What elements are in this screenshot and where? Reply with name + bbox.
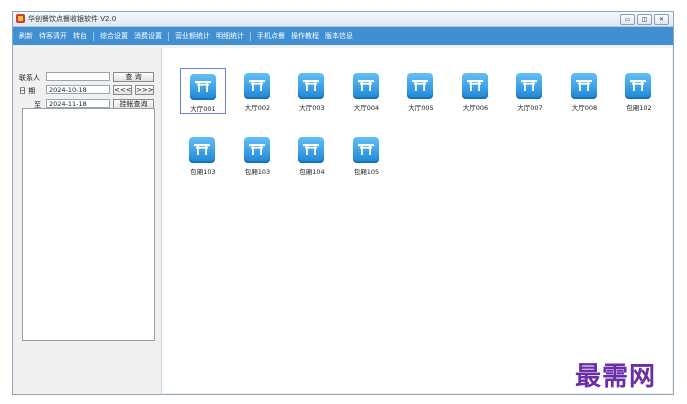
- table-tile[interactable]: 大厅001: [180, 68, 226, 114]
- dining-table-icon: [625, 73, 651, 99]
- menu-item[interactable]: 手机点餐: [257, 31, 285, 41]
- table-name: 大厅007: [517, 104, 543, 112]
- table-tile[interactable]: 包厢102: [616, 68, 662, 114]
- table-name: 大厅005: [408, 104, 434, 112]
- title-bar: 华创餐饮点餐收银软件 V2.0 ▭ ◫ ✕: [13, 12, 673, 27]
- menu-item[interactable]: 版本信息: [325, 31, 353, 41]
- menu-item[interactable]: 营业额统计: [175, 31, 210, 41]
- table-tile[interactable]: 大厅004: [344, 68, 390, 114]
- table-name: 包厢102: [626, 104, 652, 112]
- menu-item[interactable]: 待客清开: [39, 31, 67, 41]
- dining-table-icon: [570, 73, 597, 99]
- table-name: 包厢104: [299, 168, 325, 176]
- table-tile[interactable]: 大厅002: [235, 68, 281, 114]
- dining-table-icon: [516, 73, 542, 99]
- menu-item[interactable]: 刷新: [19, 31, 33, 41]
- dining-table-icon: [298, 137, 324, 163]
- prev-button[interactable]: <<<: [113, 85, 132, 95]
- maximize-button[interactable]: ◫: [637, 14, 652, 25]
- dining-table-icon: [190, 74, 216, 100]
- dining-table-icon: [298, 73, 324, 99]
- table-tile[interactable]: 包厢103: [235, 132, 281, 178]
- table-name: 大厅006: [462, 104, 489, 112]
- menu-item[interactable]: 转台: [73, 31, 87, 41]
- dining-table-icon: [461, 73, 488, 99]
- table-name: 包厢105: [353, 168, 380, 176]
- dining-table-icon: [243, 137, 270, 163]
- menu-item[interactable]: 操作教程: [291, 31, 319, 41]
- main-window: 华创餐饮点餐收银软件 V2.0 ▭ ◫ ✕ 刷新 待客清开 转台 综合设置 消费设置 营业…: [12, 11, 674, 395]
- dining-table-icon: [352, 73, 379, 99]
- query-button[interactable]: 查 询: [113, 72, 154, 82]
- dining-table-icon: [352, 137, 379, 163]
- dining-table-icon: [189, 137, 215, 163]
- table-tile[interactable]: 包厢103: [180, 132, 226, 178]
- query-panel: 联系人 查 询 日 期 2024-10-18 <<< >>> 至 2024-11…: [16, 48, 158, 392]
- table-tile[interactable]: 大厅006: [453, 68, 499, 114]
- minimize-button[interactable]: ▭: [620, 14, 635, 25]
- contact-label: 联系人: [19, 74, 40, 82]
- menu-item[interactable]: 明细统计: [216, 31, 244, 41]
- date-label: 日 期: [19, 87, 36, 95]
- table-name: 大厅008: [571, 104, 598, 112]
- menu-separator: [250, 31, 251, 41]
- menu-separator: [93, 31, 94, 41]
- table-tile[interactable]: 大厅008: [562, 68, 608, 114]
- menu-item[interactable]: 消费设置: [134, 31, 162, 41]
- watermark: 最需网: [575, 362, 657, 392]
- next-button[interactable]: >>>: [135, 85, 154, 95]
- table-tile[interactable]: 包厢105: [344, 132, 390, 178]
- dining-table-icon: [407, 73, 433, 99]
- dining-table-icon: [243, 73, 270, 99]
- menu-separator: [168, 31, 169, 41]
- app-logo-icon: [16, 14, 25, 23]
- close-button[interactable]: ✕: [654, 14, 669, 25]
- table-tile[interactable]: 包厢104: [289, 132, 335, 178]
- table-name: 包厢103: [190, 168, 216, 176]
- table-tile[interactable]: 大厅007: [507, 68, 553, 114]
- menu-item[interactable]: 综合设置: [100, 31, 128, 41]
- table-name: 大厅002: [244, 104, 271, 112]
- table-name: 大厅003: [299, 104, 325, 112]
- table-grid: 大厅001 大厅002 大厅003 大厅004 大厅005 大厅006 大厅007 大厅008…: [161, 48, 672, 393]
- table-name: 大厅001: [190, 105, 216, 113]
- menu-bar: 刷新 待客清开 转台 综合设置 消费设置 营业额统计 明细统计 手机点餐 操作教程 版本信息: [13, 27, 673, 45]
- contact-input[interactable]: [46, 72, 110, 81]
- date-to-field[interactable]: 2024-11-18: [46, 99, 110, 108]
- table-tile[interactable]: 大厅005: [398, 68, 444, 114]
- date-from-field[interactable]: 2024-10-18: [46, 85, 110, 94]
- table-tile[interactable]: 大厅003: [289, 68, 335, 114]
- table-name: 包厢103: [244, 168, 271, 176]
- table-name: 大厅004: [353, 104, 380, 112]
- result-listbox[interactable]: [22, 108, 155, 341]
- window-title: 华创餐饮点餐收银软件 V2.0: [28, 15, 117, 23]
